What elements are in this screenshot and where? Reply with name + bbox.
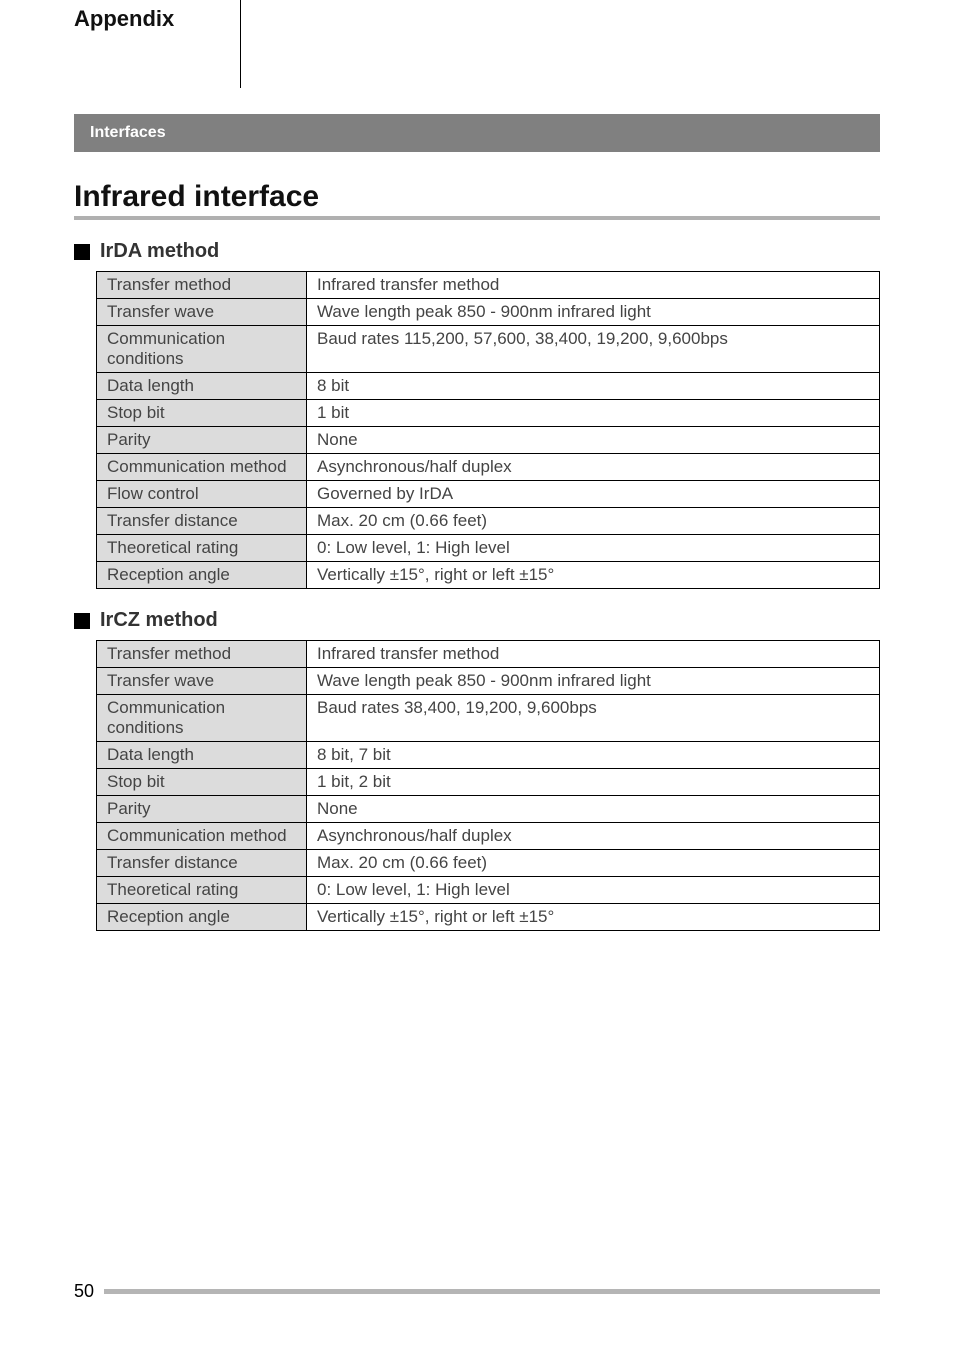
cell-value: 0: Low level, 1: High level (307, 877, 880, 904)
cell-value: 0: Low level, 1: High level (307, 535, 880, 562)
table-row: Transfer waveWave length peak 850 - 900n… (97, 299, 880, 326)
cell-value: Baud rates 115,200, 57,600, 38,400, 19,2… (307, 326, 880, 373)
section-label: Appendix (0, 0, 240, 32)
table-row: Stop bit1 bit, 2 bit (97, 769, 880, 796)
table-row: Communication methodAsynchronous/half du… (97, 454, 880, 481)
table-row: Communication conditionsBaud rates 38,40… (97, 695, 880, 742)
cell-value: 1 bit, 2 bit (307, 769, 880, 796)
cell-value: 1 bit (307, 400, 880, 427)
cell-value: Baud rates 38,400, 19,200, 9,600bps (307, 695, 880, 742)
cell-label: Communication conditions (97, 695, 307, 742)
table-row: Transfer distanceMax. 20 cm (0.66 feet) (97, 850, 880, 877)
cell-label: Stop bit (97, 400, 307, 427)
header-divider (240, 0, 241, 88)
cell-value: None (307, 796, 880, 823)
cell-value: Asynchronous/half duplex (307, 823, 880, 850)
square-bullet-icon (74, 613, 90, 629)
tab-interfaces: Interfaces (90, 124, 166, 142)
cell-value: Infrared transfer method (307, 272, 880, 299)
cell-label: Data length (97, 373, 307, 400)
page-header: Appendix (0, 0, 954, 90)
table-row: ParityNone (97, 427, 880, 454)
tab-bar: Interfaces (74, 114, 880, 152)
table-row: Theoretical rating0: Low level, 1: High … (97, 535, 880, 562)
cell-label: Parity (97, 427, 307, 454)
table-row: Reception angleVertically ±15°, right or… (97, 904, 880, 931)
table-row: Data length8 bit, 7 bit (97, 742, 880, 769)
cell-label: Theoretical rating (97, 877, 307, 904)
section-title-ircz: IrCZ method (100, 609, 218, 632)
table-row: Communication conditionsBaud rates 115,2… (97, 326, 880, 373)
cell-label: Communication method (97, 823, 307, 850)
table-row: Transfer distanceMax. 20 cm (0.66 feet) (97, 508, 880, 535)
cell-value: Max. 20 cm (0.66 feet) (307, 508, 880, 535)
footer: 50 (74, 1281, 880, 1302)
square-bullet-icon (74, 244, 90, 260)
section-title-irda: IrDA method (100, 240, 219, 263)
section-heading-ircz: IrCZ method (74, 609, 880, 632)
cell-label: Flow control (97, 481, 307, 508)
cell-label: Communication conditions (97, 326, 307, 373)
table-row: Transfer methodInfrared transfer method (97, 641, 880, 668)
section-heading-irda: IrDA method (74, 240, 880, 263)
title-wrap: Infrared interface (74, 180, 880, 220)
table-row: Transfer waveWave length peak 850 - 900n… (97, 668, 880, 695)
table-row: ParityNone (97, 796, 880, 823)
cell-value: Wave length peak 850 - 900nm infrared li… (307, 299, 880, 326)
cell-value: Max. 20 cm (0.66 feet) (307, 850, 880, 877)
cell-value: Governed by IrDA (307, 481, 880, 508)
cell-label: Transfer distance (97, 508, 307, 535)
cell-label: Theoretical rating (97, 535, 307, 562)
table-row: Theoretical rating0: Low level, 1: High … (97, 877, 880, 904)
cell-label: Parity (97, 796, 307, 823)
page-title: Infrared interface (74, 180, 880, 214)
cell-label: Transfer method (97, 641, 307, 668)
table-row: Reception angleVertically ±15°, right or… (97, 562, 880, 589)
table-row: Stop bit1 bit (97, 400, 880, 427)
cell-value: 8 bit (307, 373, 880, 400)
footer-line (104, 1289, 880, 1294)
cell-label: Transfer distance (97, 850, 307, 877)
cell-value: Vertically ±15°, right or left ±15° (307, 562, 880, 589)
cell-label: Transfer method (97, 272, 307, 299)
cell-label: Transfer wave (97, 299, 307, 326)
table-irda: Transfer methodInfrared transfer method … (96, 271, 880, 589)
cell-label: Reception angle (97, 904, 307, 931)
table-row: Communication methodAsynchronous/half du… (97, 823, 880, 850)
table-row: Transfer methodInfrared transfer method (97, 272, 880, 299)
table-row: Flow controlGoverned by IrDA (97, 481, 880, 508)
cell-value: Asynchronous/half duplex (307, 454, 880, 481)
cell-value: Vertically ±15°, right or left ±15° (307, 904, 880, 931)
cell-value: Infrared transfer method (307, 641, 880, 668)
cell-label: Reception angle (97, 562, 307, 589)
cell-value: None (307, 427, 880, 454)
cell-label: Stop bit (97, 769, 307, 796)
cell-label: Transfer wave (97, 668, 307, 695)
table-ircz: Transfer methodInfrared transfer method … (96, 640, 880, 931)
cell-value: Wave length peak 850 - 900nm infrared li… (307, 668, 880, 695)
cell-label: Communication method (97, 454, 307, 481)
page-number: 50 (74, 1281, 94, 1302)
cell-label: Data length (97, 742, 307, 769)
cell-value: 8 bit, 7 bit (307, 742, 880, 769)
table-row: Data length8 bit (97, 373, 880, 400)
